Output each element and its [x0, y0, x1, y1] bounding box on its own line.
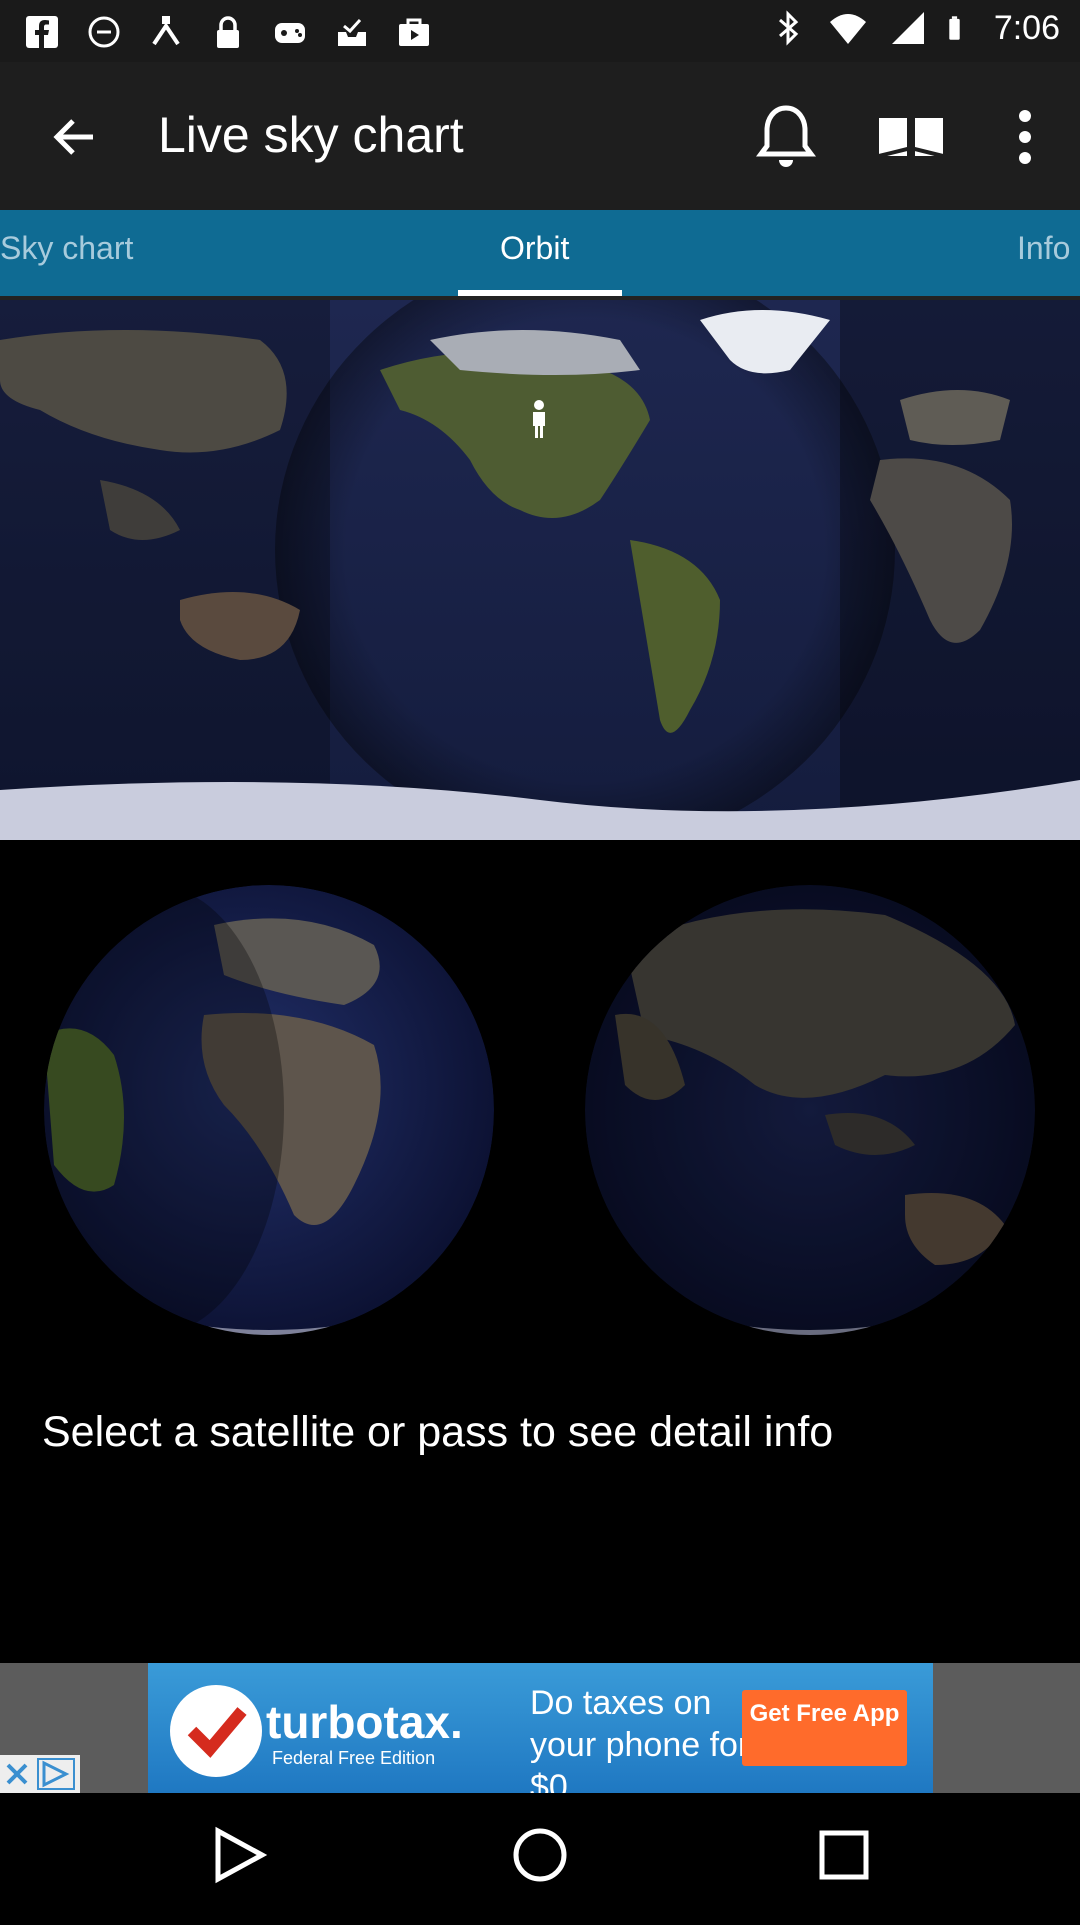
ad-subtitle: Federal Free Edition [272, 1748, 436, 1768]
inbox-icon [338, 18, 366, 46]
tab-sky-chart[interactable]: Sky chart [0, 230, 133, 267]
nav-recents-icon[interactable] [819, 1830, 869, 1880]
system-icons: 7:06 [768, 8, 1060, 48]
book-icon[interactable] [875, 112, 947, 162]
ad-close-icon[interactable] [0, 1755, 80, 1793]
notification-icons [22, 12, 434, 52]
lock-icon [217, 16, 239, 48]
globe-asia-image [585, 885, 1035, 1335]
status-bar: 7:06 [0, 0, 1080, 62]
store-icon [399, 18, 429, 46]
battery-icon [949, 16, 960, 40]
turbotax-check-icon [170, 1685, 262, 1777]
more-options-icon[interactable] [1005, 102, 1045, 172]
tab-orbit[interactable]: Orbit [500, 230, 569, 267]
ad-close-area[interactable] [0, 1755, 80, 1793]
back-arrow-icon[interactable] [45, 107, 105, 167]
blocked-icon [88, 16, 120, 48]
detail-hint-text: Select a satellite or pass to see detail… [42, 1408, 834, 1456]
page-title: Live sky chart [158, 107, 464, 163]
ad-brand: turbotax. [266, 1696, 463, 1748]
bell-icon[interactable] [755, 102, 817, 172]
nav-back-icon[interactable] [215, 1826, 268, 1884]
status-time: 7:06 [993, 8, 1060, 47]
tab-bar: Sky chart Orbit Info [0, 210, 1080, 296]
nav-home-icon[interactable] [513, 1828, 567, 1882]
bluetooth-icon [778, 10, 799, 46]
wifi-icon [829, 14, 866, 44]
signal-icon [891, 12, 924, 44]
globe-left[interactable] [44, 885, 494, 1335]
fake-gps-icon [152, 16, 180, 46]
globe-right[interactable] [585, 885, 1035, 1335]
world-map[interactable] [0, 300, 1080, 840]
world-map-image [0, 300, 1080, 840]
facebook-icon [26, 16, 58, 48]
globe-africa-image [44, 885, 494, 1335]
system-nav-bar [0, 1793, 1080, 1920]
app-bar: Live sky chart [0, 62, 1080, 210]
game-icon [275, 23, 305, 43]
tab-info[interactable]: Info [1017, 230, 1070, 267]
ad-cta-button[interactable]: Get Free App [742, 1690, 907, 1766]
